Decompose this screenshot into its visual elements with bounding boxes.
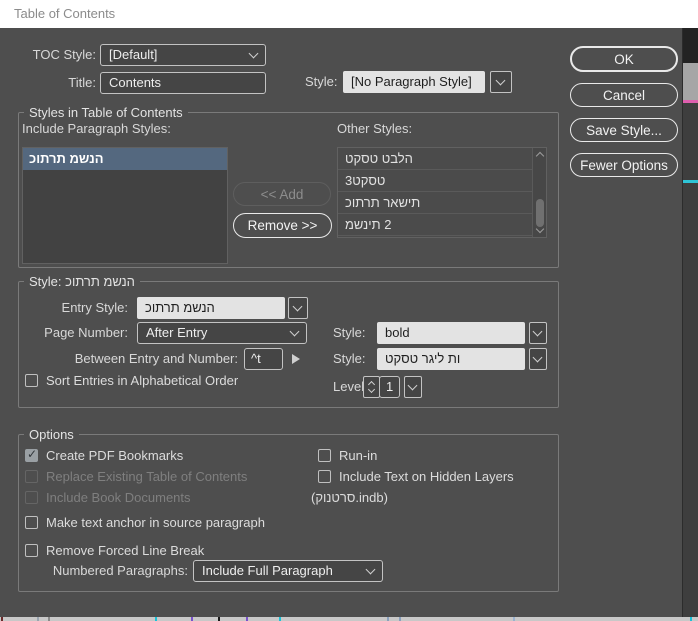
include-book-documents-checkbox xyxy=(25,491,38,504)
run-in-label: Run-in xyxy=(339,448,378,463)
between-style-chevron[interactable] xyxy=(529,348,547,370)
run-in-checkbox[interactable] xyxy=(318,449,331,462)
window-titlebar[interactable]: Table of Contents xyxy=(0,0,698,28)
toc-style-dropdown[interactable]: [Default] xyxy=(100,44,266,66)
document-ruler-strip xyxy=(0,617,698,621)
page-number-label: Page Number: xyxy=(44,325,128,340)
level-value[interactable]: 1 xyxy=(379,376,400,398)
background-panel xyxy=(683,28,698,63)
other-style-item[interactable]: כותרת ראשית xyxy=(338,192,532,214)
other-styles-list[interactable]: טקסט טבלה 3טקסט כותרת ראשית משנית 2 xyxy=(337,147,547,238)
include-book-documents-label: Include Book Documents xyxy=(46,490,191,505)
add-button: << Add xyxy=(233,182,331,206)
book-filename: (קונטרס.indb) xyxy=(311,490,388,505)
make-text-anchor-label: Make text anchor in source paragraph xyxy=(46,515,265,530)
replace-existing-toc-label: Replace Existing Table of Contents xyxy=(46,469,248,484)
other-style-item[interactable]: 3טקסט xyxy=(338,170,532,192)
other-styles-scrollbar[interactable] xyxy=(532,148,546,237)
entry-style-dropdown[interactable]: כותרת משנה xyxy=(137,297,285,319)
title-label: Title: xyxy=(68,75,96,90)
entry-style-chevron[interactable] xyxy=(288,297,308,319)
page-style-label: Style: xyxy=(333,325,366,340)
ruler-tick xyxy=(37,617,39,621)
paragraph-style-dropdown[interactable]: [No Paragraph Style] xyxy=(343,71,485,93)
ruler-tick xyxy=(279,617,281,621)
ruler-tick xyxy=(218,617,220,621)
ruler-tick xyxy=(155,617,157,621)
ruler-tick xyxy=(246,617,248,621)
numbered-paragraphs-value: Include Full Paragraph xyxy=(202,563,333,578)
sort-entries-checkbox[interactable] xyxy=(25,374,38,387)
paragraph-style-label: Style: xyxy=(305,74,338,89)
include-hidden-layers-checkbox[interactable] xyxy=(318,470,331,483)
cancel-button[interactable]: Cancel xyxy=(570,83,678,107)
sort-entries-label: Sort Entries in Alphabetical Order xyxy=(46,373,239,388)
create-pdf-bookmarks-label: Create PDF Bookmarks xyxy=(46,448,184,463)
toc-style-label: TOC Style: xyxy=(32,47,96,62)
special-characters-menu-icon[interactable] xyxy=(292,354,300,364)
remove-forced-line-break-label: Remove Forced Line Break xyxy=(46,543,205,558)
ruler-tick xyxy=(513,617,515,621)
include-style-item[interactable]: כותרת משנה xyxy=(23,148,227,170)
include-paragraph-styles-label: Include Paragraph Styles: xyxy=(22,121,171,136)
scrollbar-thumb[interactable] xyxy=(536,199,544,227)
ruler-tick xyxy=(191,617,193,621)
create-pdf-bookmarks-checkbox[interactable] xyxy=(25,447,38,462)
ruler-tick xyxy=(1,617,3,621)
title-value: Contents xyxy=(109,75,162,90)
between-style-dropdown[interactable]: טקסט רגיל תו xyxy=(377,348,525,370)
remove-button[interactable]: Remove >> xyxy=(233,213,332,238)
options-group-legend: Options xyxy=(24,427,79,442)
between-entry-number-input[interactable]: ^t xyxy=(244,348,283,370)
paragraph-style-chevron[interactable] xyxy=(490,71,512,93)
window-title: Table of Contents xyxy=(14,6,116,21)
page-number-style-dropdown[interactable]: bold xyxy=(377,322,525,344)
paragraph-style-value: [No Paragraph Style] xyxy=(351,74,472,89)
background-panel xyxy=(683,183,698,617)
toc-dialog: TOC Style: [Default] Title: Contents Sty… xyxy=(0,28,683,617)
scroll-up-icon[interactable] xyxy=(535,151,544,161)
ruler-tick xyxy=(48,617,50,621)
make-text-anchor-checkbox[interactable] xyxy=(25,516,38,529)
background-panel xyxy=(683,103,698,180)
background-pasteboard xyxy=(683,63,698,100)
entry-style-label: Entry Style: xyxy=(61,300,128,315)
other-style-item[interactable]: משנית 2 xyxy=(338,214,532,236)
ruler-tick xyxy=(690,617,692,621)
other-style-item[interactable]: טקסט טבלה xyxy=(338,148,532,170)
replace-existing-toc-checkbox xyxy=(25,470,38,483)
ruler-tick xyxy=(387,617,389,621)
remove-forced-line-break-checkbox[interactable] xyxy=(25,544,38,557)
include-hidden-layers-label: Include Text on Hidden Layers xyxy=(339,469,514,484)
other-styles-label: Other Styles: xyxy=(337,121,413,136)
include-paragraph-styles-list[interactable]: כותרת משנה xyxy=(22,147,228,264)
page-number-value: After Entry xyxy=(146,325,208,340)
numbered-paragraphs-dropdown[interactable]: Include Full Paragraph xyxy=(193,560,383,582)
chevron-down-icon xyxy=(367,385,375,394)
page-style-chevron[interactable] xyxy=(529,322,547,344)
page-number-dropdown[interactable]: After Entry xyxy=(137,322,307,344)
fewer-options-button[interactable]: Fewer Options xyxy=(570,153,678,177)
title-input[interactable]: Contents xyxy=(100,72,266,94)
between-style-label: Style: xyxy=(333,351,366,366)
toc-style-value: [Default] xyxy=(109,47,158,62)
between-entry-number-label: Between Entry and Number: xyxy=(74,351,238,366)
level-dropdown[interactable] xyxy=(404,376,422,398)
numbered-paragraphs-label: Numbered Paragraphs: xyxy=(52,563,188,578)
save-style-button[interactable]: Save Style... xyxy=(570,118,678,142)
level-stepper[interactable] xyxy=(363,376,380,398)
ok-button[interactable]: OK xyxy=(570,46,678,72)
ruler-tick xyxy=(399,617,401,621)
style-group-legend: Style: כותרת משנה xyxy=(24,274,140,289)
